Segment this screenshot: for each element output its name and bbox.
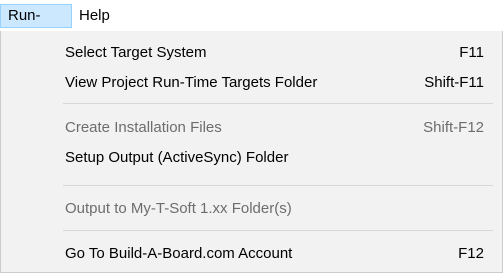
menu-item-label: Setup Output (ActiveSync) Folder [65,149,289,166]
menu-item-output-to-my-t-soft-folder: Output to My-T-Soft 1.xx Folder(s) [2,195,502,223]
menu-item-label: Create Installation Files [65,119,222,136]
menu-item-label: Select Target System [65,44,207,61]
menu-item-shortcut: F12 [458,245,484,262]
menu-item-shortcut: F11 [459,44,484,61]
menu-separator [63,230,493,231]
menu-help[interactable]: Help [72,4,124,28]
menu-item-setup-output-activesync-folder[interactable]: Setup Output (ActiveSync) Folder [2,144,502,172]
menu-item-shortcut: Shift-F12 [423,119,484,136]
menu-item-label: Go To Build-A-Board.com Account [65,245,293,262]
menu-separator [63,185,493,186]
menu-run-time[interactable]: Run-Time [0,4,72,46]
menu-item-label: Output to My-T-Soft 1.xx Folder(s) [65,200,292,217]
menu-item-select-target-system[interactable]: Select Target System F11 [2,39,502,67]
menu-item-go-to-build-a-board-account[interactable]: Go To Build-A-Board.com Account F12 [2,240,502,268]
menu-item-shortcut: Shift-F11 [424,74,484,91]
run-time-dropdown-menu: Select Target System F11 View Project Ru… [0,31,503,273]
menu-item-create-installation-files: Create Installation Files Shift-F12 [2,114,502,142]
menu-item-view-project-run-time-targets-folder[interactable]: View Project Run-Time Targets Folder Shi… [2,69,502,97]
menu-separator [63,103,493,104]
menu-item-label: View Project Run-Time Targets Folder [65,74,318,91]
menu-bar: Run-Time Help [0,0,503,46]
